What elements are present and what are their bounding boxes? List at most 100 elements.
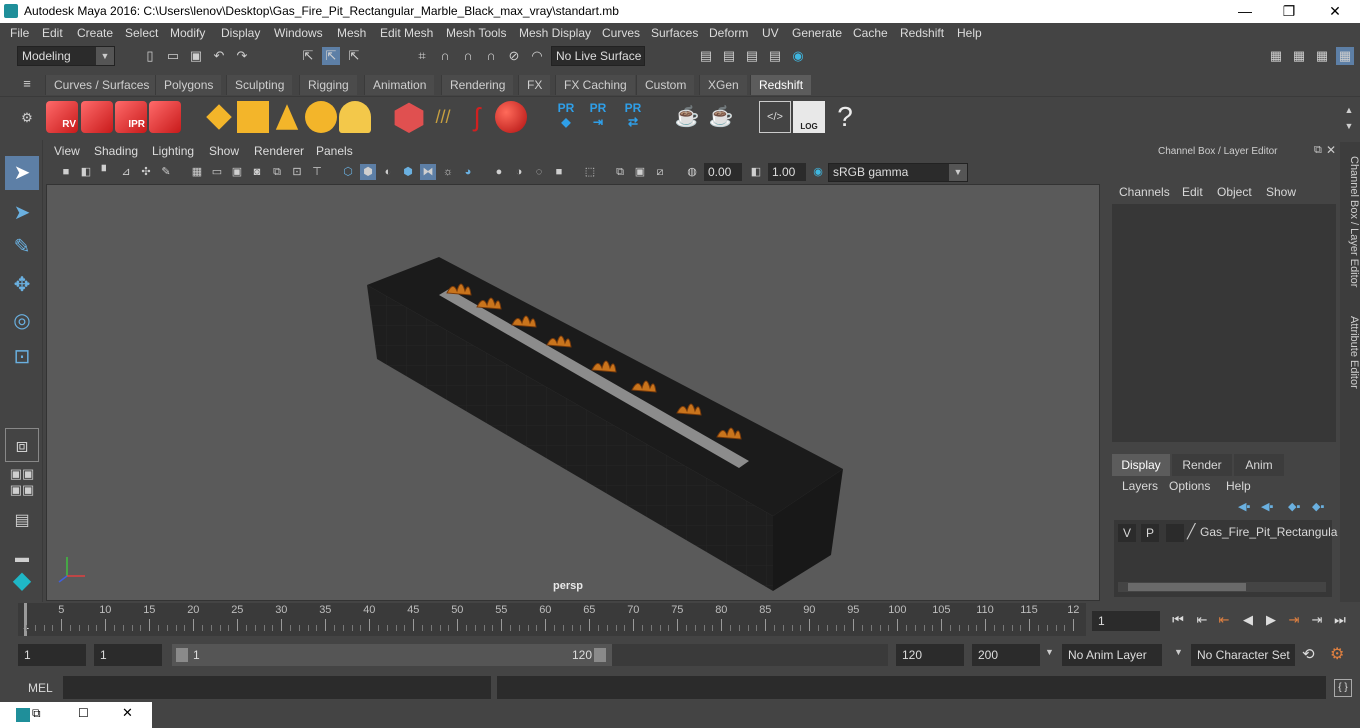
screen-space-ao-icon[interactable]: ● bbox=[491, 164, 507, 180]
step-back-frame-icon[interactable]: ⇤ bbox=[1194, 612, 1210, 628]
auto-key-icon[interactable]: ⟲ bbox=[1302, 645, 1315, 663]
command-input[interactable] bbox=[63, 676, 491, 699]
redshift-area-light-icon[interactable] bbox=[206, 104, 232, 130]
snap-view-icon[interactable]: ∩ bbox=[482, 47, 500, 65]
animation-preferences-icon[interactable]: ⚙ bbox=[1330, 644, 1344, 664]
select-hierarchy-icon[interactable]: ⇱ bbox=[299, 47, 317, 65]
undo-icon[interactable]: ↶ bbox=[210, 47, 228, 65]
menu-file[interactable]: File bbox=[10, 26, 29, 40]
3d-viewport[interactable]: persp bbox=[46, 184, 1100, 601]
channel-list[interactable] bbox=[1112, 204, 1336, 442]
shelf-tab-curves-surfaces[interactable]: Curves / Surfaces bbox=[45, 75, 158, 95]
shelf-tab-redshift[interactable]: Redshift bbox=[750, 75, 812, 95]
layer-menu-layers[interactable]: Layers bbox=[1122, 479, 1158, 493]
character-set-field[interactable]: No Character Set bbox=[1191, 644, 1295, 666]
rotate-tool-icon[interactable]: ◎ bbox=[5, 304, 39, 338]
channel-menu-edit[interactable]: Edit bbox=[1182, 185, 1203, 199]
shelf-tab-polygons[interactable]: Polygons bbox=[155, 75, 222, 95]
playback-end-field[interactable]: 120 bbox=[896, 644, 964, 666]
film-gate-icon[interactable]: ▭ bbox=[209, 164, 225, 180]
four-view-layout-icon[interactable]: ▣▣ ▣▣ bbox=[5, 466, 39, 500]
backface-culling-icon[interactable]: ⧄ bbox=[652, 164, 668, 180]
gamma-field[interactable]: 1.00 bbox=[768, 163, 806, 181]
lasso-tool-icon[interactable]: ➤ bbox=[5, 196, 39, 230]
grid-icon[interactable]: ✣ bbox=[138, 164, 154, 180]
redshift-proxy-icon[interactable] bbox=[394, 102, 424, 133]
channel-menu-object[interactable]: Object bbox=[1217, 185, 1252, 199]
menu-curves[interactable]: Curves bbox=[602, 26, 640, 40]
script-language-label[interactable]: MEL bbox=[28, 681, 53, 695]
channel-box-toggle-icon[interactable]: ▦ bbox=[1336, 47, 1354, 65]
layer-color-icon[interactable]: ╱ bbox=[1187, 523, 1195, 540]
redshift-render-icon[interactable] bbox=[81, 101, 113, 133]
new-layer-icon[interactable]: ◆▪ bbox=[1288, 500, 1300, 513]
menu-edit[interactable]: Edit bbox=[42, 26, 63, 40]
menu-mesh[interactable]: Mesh bbox=[337, 26, 366, 40]
gamma-icon[interactable]: ◧ bbox=[748, 164, 764, 180]
layer-tab-anim[interactable]: Anim bbox=[1234, 454, 1284, 476]
menu-deform[interactable]: Deform bbox=[709, 26, 748, 40]
panel-menu-renderer[interactable]: Renderer bbox=[254, 144, 304, 158]
redshift-dome-light-icon[interactable] bbox=[305, 101, 337, 133]
panel-menu-shading[interactable]: Shading bbox=[94, 144, 138, 158]
snap-surface-icon[interactable]: ⊘ bbox=[505, 47, 523, 65]
snap-curve-icon[interactable]: ∩ bbox=[436, 47, 454, 65]
menu-modify[interactable]: Modify bbox=[170, 26, 205, 40]
snap-point-icon[interactable]: ∩ bbox=[459, 47, 477, 65]
channel-menu-channels[interactable]: Channels bbox=[1119, 185, 1170, 199]
close-panel-icon[interactable]: ✕ bbox=[1326, 143, 1336, 157]
snap-grid-icon[interactable]: ⌗ bbox=[413, 47, 431, 65]
layer-name[interactable]: Gas_Fire_Pit_Rectangula bbox=[1200, 525, 1337, 539]
shelf-tab-custom[interactable]: Custom bbox=[636, 75, 695, 95]
move-tool-icon[interactable]: ✥ bbox=[5, 268, 39, 302]
safe-title-icon[interactable]: ⊤ bbox=[309, 164, 325, 180]
redshift-pr-export-icon[interactable]: PR ⇥ bbox=[582, 101, 614, 133]
layer-playback-toggle[interactable]: P bbox=[1141, 524, 1159, 542]
playback-start-field[interactable]: 1 bbox=[94, 644, 162, 666]
layer-menu-options[interactable]: Options bbox=[1169, 479, 1210, 493]
ipr-render-icon[interactable]: ▤ bbox=[743, 47, 761, 65]
new-layer-selected-icon[interactable]: ◆▪ bbox=[1312, 500, 1324, 513]
menu-display[interactable]: Display bbox=[221, 26, 260, 40]
textured-icon[interactable]: ⬢ bbox=[400, 164, 416, 180]
current-frame-field[interactable]: 1 bbox=[1092, 611, 1160, 631]
shelf-tab-animation[interactable]: Animation bbox=[364, 75, 435, 95]
time-ruler[interactable]: 1 51015202530354045505560657075808590951… bbox=[18, 603, 1086, 636]
side-tab-attribute-editor[interactable]: Attribute Editor bbox=[1340, 310, 1360, 395]
shelf-tab-rigging[interactable]: Rigging bbox=[299, 75, 357, 95]
panel-menu-view[interactable]: View bbox=[54, 144, 80, 158]
redshift-hair-icon[interactable]: /// bbox=[427, 101, 459, 133]
shelf-settings-icon[interactable]: ⚙ bbox=[18, 109, 36, 127]
time-slider[interactable]: 1 5 10 15 20 25 30 35 40 45 50 55 60 65 70 75 80 85 90 95 1… bbox=[0, 603, 1360, 636]
menu-cache[interactable]: Cache bbox=[853, 26, 888, 40]
layer-type-toggle[interactable] bbox=[1166, 524, 1184, 542]
panel-menu-show[interactable]: Show bbox=[209, 144, 239, 158]
shelf-menu-icon[interactable]: ≡ bbox=[18, 75, 36, 93]
motion-blur-icon[interactable]: ◑ bbox=[511, 164, 527, 180]
anti-aliasing-icon[interactable]: ◌ bbox=[531, 164, 547, 180]
redshift-help-icon[interactable]: ? bbox=[829, 101, 861, 133]
show-grid-icon[interactable]: ▦ bbox=[189, 164, 205, 180]
new-scene-icon[interactable]: ▯ bbox=[141, 47, 159, 65]
isolate-select-icon[interactable]: ⬚ bbox=[582, 164, 598, 180]
camera-icon[interactable]: ■ bbox=[58, 164, 74, 180]
panel-menu-lighting[interactable]: Lighting bbox=[152, 144, 194, 158]
animation-end-field[interactable]: 200 bbox=[972, 644, 1040, 666]
render-settings-icon[interactable]: ▤ bbox=[766, 47, 784, 65]
menu-redshift[interactable]: Redshift bbox=[900, 26, 944, 40]
exposure-icon[interactable]: ◍ bbox=[684, 164, 700, 180]
play-forwards-icon[interactable]: ▶ bbox=[1263, 612, 1279, 628]
menu-mesh-display[interactable]: Mesh Display bbox=[519, 26, 591, 40]
redshift-bake-icon[interactable]: ☕ bbox=[671, 101, 703, 133]
anim-layer-field[interactable]: No Anim Layer bbox=[1062, 644, 1162, 666]
live-surface-field[interactable]: No Live Surface bbox=[551, 46, 645, 66]
redshift-volume-icon[interactable]: ʃ bbox=[461, 101, 493, 133]
snap-live-icon[interactable]: ◠ bbox=[528, 47, 546, 65]
camera-attributes-icon[interactable]: ◧ bbox=[78, 164, 94, 180]
layer-menu-help[interactable]: Help bbox=[1226, 479, 1251, 493]
side-tab-channel-box[interactable]: Channel Box / Layer Editor bbox=[1340, 152, 1360, 292]
attribute-editor-toggle-icon[interactable]: ▦ bbox=[1313, 47, 1331, 65]
xray-joints-icon[interactable]: ⧉ bbox=[612, 164, 628, 180]
safe-action-icon[interactable]: ⊡ bbox=[289, 164, 305, 180]
redshift-pr-object-icon[interactable]: PR ◆ bbox=[550, 101, 582, 133]
